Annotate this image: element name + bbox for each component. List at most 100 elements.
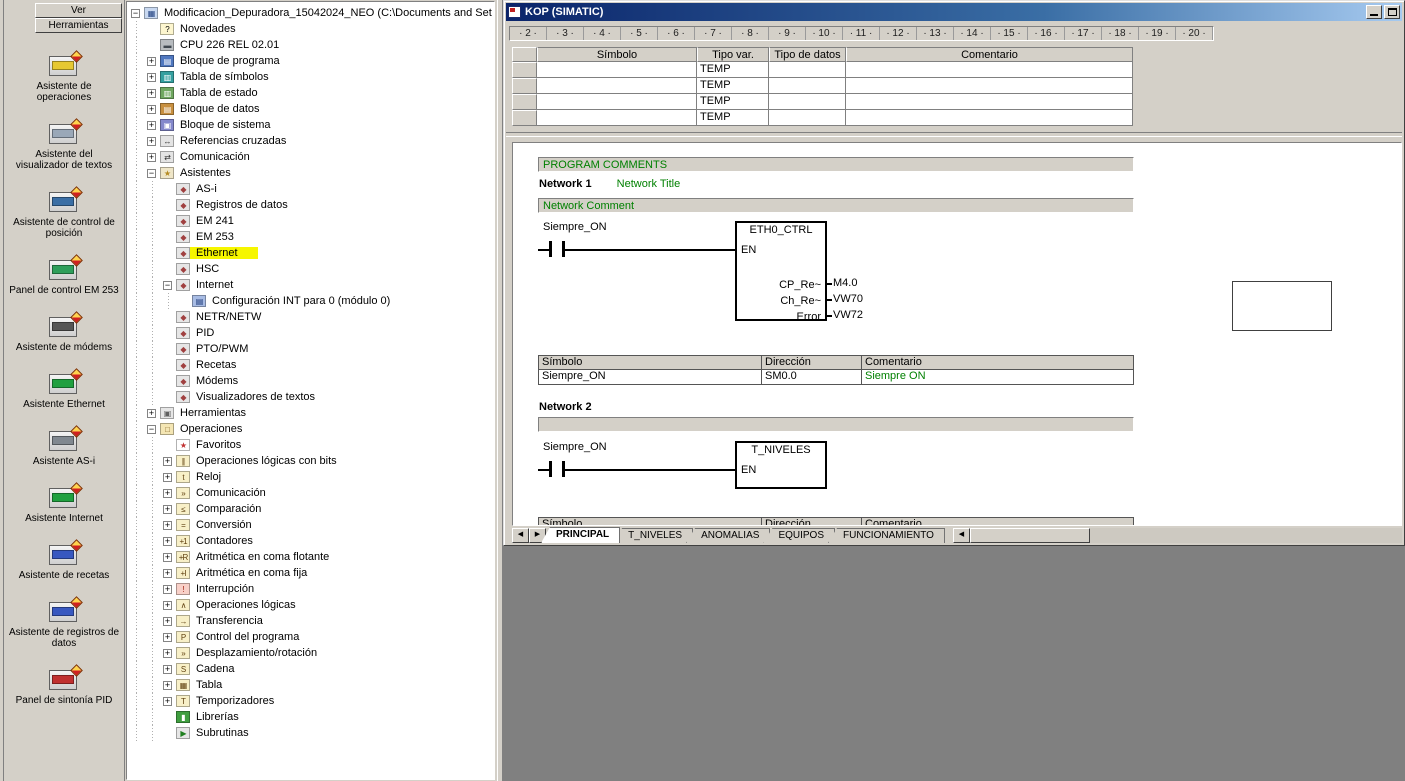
row-selector[interactable] — [512, 62, 537, 78]
var-cell-tipo_datos[interactable] — [769, 62, 846, 78]
expand-icon[interactable]: + — [147, 105, 156, 114]
output-operand[interactable]: VW72 — [833, 309, 863, 321]
tree-item-operaciones-l-gicas-con-bits[interactable]: +||Operaciones lógicas con bits — [129, 453, 494, 469]
herramientas-menu-button[interactable]: Herramientas — [35, 18, 122, 33]
expand-icon[interactable]: + — [163, 489, 172, 498]
expand-icon[interactable]: + — [163, 681, 172, 690]
network-1-title[interactable]: Network Title — [617, 178, 681, 190]
expand-icon[interactable]: + — [147, 153, 156, 162]
instruction-box-eth0-ctrl[interactable]: ETH0_CTRL EN CP_Re~ Ch_Re~ Error — [735, 221, 827, 321]
expand-icon[interactable]: + — [147, 137, 156, 146]
tree-item-referencias-cruzadas[interactable]: +↔Referencias cruzadas — [129, 133, 494, 149]
tree-item-em-241[interactable]: ◆EM 241 — [129, 213, 494, 229]
tree-item-operaciones[interactable]: −□Operaciones — [129, 421, 494, 437]
nav-item-asistente-de-operaciones[interactable]: Asistente de operaciones — [5, 52, 123, 103]
collapse-icon[interactable]: − — [147, 169, 156, 178]
comment-cell[interactable]: Siempre ON — [862, 370, 1134, 385]
row-selector[interactable] — [512, 47, 537, 62]
tree-item-bloque-de-programa[interactable]: +▤Bloque de programa — [129, 53, 494, 69]
contact-symbol[interactable] — [549, 461, 552, 477]
tree-item-temporizadores[interactable]: +TTemporizadores — [129, 693, 494, 709]
tab-equipos[interactable]: EQUIPOS — [763, 528, 835, 543]
address-cell[interactable]: SM0.0 — [762, 370, 862, 385]
editor-splitter[interactable] — [506, 126, 1402, 142]
tab-scroll-left-button[interactable]: ◀ — [512, 528, 529, 543]
var-cell-comentario[interactable] — [846, 62, 1133, 78]
program-comments-bar[interactable]: PROGRAM COMMENTS — [538, 157, 1134, 172]
var-cell-tipo_var[interactable]: TEMP — [697, 110, 769, 126]
expand-icon[interactable]: + — [163, 601, 172, 610]
kop-titlebar[interactable]: KOP (SIMATIC) — [506, 3, 1402, 21]
row-selector[interactable] — [512, 110, 537, 126]
nav-item-asistente-internet[interactable]: Asistente Internet — [5, 484, 123, 524]
var-cell-comentario[interactable] — [846, 78, 1133, 94]
tree-item-operaciones-l-gicas[interactable]: +∧Operaciones lógicas — [129, 597, 494, 613]
expand-icon[interactable]: + — [163, 537, 172, 546]
tree-item-comparaci-n[interactable]: +≤Comparación — [129, 501, 494, 517]
tree-item-visualizadores-de-textos[interactable]: ◆Visualizadores de textos — [129, 389, 494, 405]
nav-item-panel-de-sinton-a-pid[interactable]: Panel de sintonía PID — [5, 666, 123, 706]
var-cell-simbolo[interactable] — [537, 94, 697, 110]
nav-item-asistente-de-control-de-posici-n[interactable]: Asistente de control de posición — [5, 188, 123, 239]
expand-icon[interactable]: + — [163, 617, 172, 626]
contact-operand-label[interactable]: Siempre_ON — [543, 221, 607, 233]
tree-item-aritm-tica-en-coma-flotante[interactable]: ++RAritmética en coma flotante — [129, 549, 494, 565]
expand-icon[interactable]: + — [147, 57, 156, 66]
editor-selection-box[interactable] — [1232, 281, 1332, 331]
tree-item-as-i[interactable]: ◆AS-i — [129, 181, 494, 197]
nav-item-asistente-del-visualizador-de-textos[interactable]: Asistente del visualizador de textos — [5, 120, 123, 171]
nav-item-asistente-de-registros-de-datos[interactable]: Asistente de registros de datos — [5, 598, 123, 649]
output-operand[interactable]: VW70 — [833, 293, 863, 305]
network-2-comment-bar[interactable] — [538, 417, 1134, 432]
tree-item-aritm-tica-en-coma-fija[interactable]: ++IAritmética en coma fija — [129, 565, 494, 581]
tree-item-configuraci-n-int-para-0-m-dulo-0[interactable]: ▤Configuración INT para 0 (módulo 0) — [129, 293, 494, 309]
var-cell-comentario[interactable] — [846, 94, 1133, 110]
tree-item-comunicaci-n[interactable]: +⇄Comunicación — [129, 149, 494, 165]
tab-funcionamiento[interactable]: FUNCIONAMIENTO — [828, 528, 945, 543]
collapse-icon[interactable]: − — [147, 425, 156, 434]
collapse-icon[interactable]: − — [163, 281, 172, 290]
nav-item-asistente-de-m-dems[interactable]: Asistente de módems — [5, 313, 123, 353]
tree-item-modificacion-depuradora-15042024-neo-c-documents-and-set[interactable]: −▦Modificacion_Depuradora_15042024_NEO (… — [129, 5, 494, 21]
tree-item-pid[interactable]: ◆PID — [129, 325, 494, 341]
nav-item-panel-de-control-em-253[interactable]: Panel de control EM 253 — [5, 256, 123, 296]
tree-item-asistentes[interactable]: −★Asistentes — [129, 165, 494, 181]
tree-item-tabla-de-estado[interactable]: +▥Tabla de estado — [129, 85, 494, 101]
tree-item-librer-as[interactable]: ▮Librerías — [129, 709, 494, 725]
tree-item-reloj[interactable]: +tReloj — [129, 469, 494, 485]
row-selector[interactable] — [512, 78, 537, 94]
expand-icon[interactable]: + — [163, 569, 172, 578]
expand-icon[interactable]: + — [163, 633, 172, 642]
var-cell-simbolo[interactable] — [537, 78, 697, 94]
symbol-cell[interactable]: Siempre_ON — [538, 370, 762, 385]
nav-item-asistente-as-i[interactable]: Asistente AS-i — [5, 427, 123, 467]
tab-t-niveles[interactable]: T_NIVELES — [613, 528, 693, 543]
minimize-button[interactable] — [1366, 5, 1382, 19]
network-1-comment-bar[interactable]: Network Comment — [538, 198, 1134, 213]
collapse-icon[interactable]: − — [131, 9, 140, 18]
tree-item-subrutinas[interactable]: ▶Subrutinas — [129, 725, 494, 741]
contact-operand-label[interactable]: Siempre_ON — [543, 441, 607, 453]
tree-item-tabla[interactable]: +▦Tabla — [129, 677, 494, 693]
tree-item-internet[interactable]: −◆Internet — [129, 277, 494, 293]
tree-item-desplazamiento-rotaci-n[interactable]: +»Desplazamiento/rotación — [129, 645, 494, 661]
tree-item-bloque-de-datos[interactable]: +▤Bloque de datos — [129, 101, 494, 117]
horizontal-scrollbar[interactable]: ◀ — [953, 528, 1402, 543]
expand-icon[interactable]: + — [163, 553, 172, 562]
row-selector[interactable] — [512, 94, 537, 110]
tree-item-contadores[interactable]: ++1Contadores — [129, 533, 494, 549]
var-cell-tipo_datos[interactable] — [769, 110, 846, 126]
output-operand[interactable]: M4.0 — [833, 277, 857, 289]
tree-item-pto-pwm[interactable]: ◆PTO/PWM — [129, 341, 494, 357]
tree-item-hsc[interactable]: ◆HSC — [129, 261, 494, 277]
scrollbar-thumb[interactable] — [970, 528, 1090, 543]
tree-item-cpu-226-rel-02-01[interactable]: ▬CPU 226 REL 02.01 — [129, 37, 494, 53]
tree-item-transferencia[interactable]: +→Transferencia — [129, 613, 494, 629]
expand-icon[interactable]: + — [147, 409, 156, 418]
tree-item-netr-netw[interactable]: ◆NETR/NETW — [129, 309, 494, 325]
tree-item-comunicaci-n[interactable]: +»Comunicación — [129, 485, 494, 501]
var-cell-simbolo[interactable] — [537, 110, 697, 126]
expand-icon[interactable]: + — [147, 73, 156, 82]
tree-item-bloque-de-sistema[interactable]: +▣Bloque de sistema — [129, 117, 494, 133]
var-cell-comentario[interactable] — [846, 110, 1133, 126]
